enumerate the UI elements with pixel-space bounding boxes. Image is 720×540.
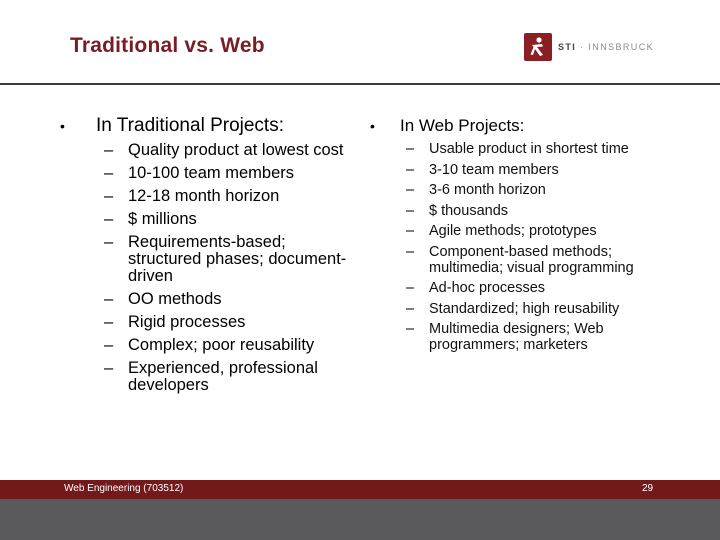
slide-title: Traditional vs. Web	[70, 34, 265, 57]
bullet-icon: •	[60, 118, 65, 134]
item-text: $ thousands	[429, 202, 509, 219]
dash-icon: –	[104, 233, 114, 251]
list-item: –10-100 team members	[104, 165, 360, 182]
item-text: 3-6 month horizon	[429, 182, 546, 198]
dash-icon: –	[104, 336, 114, 354]
list-item: – Experienced, professional developers	[104, 360, 360, 394]
item-text: Quality product at lowest cost	[128, 141, 344, 159]
logo-separator: ·	[576, 41, 589, 52]
heading-text: In Web Projects:	[400, 116, 525, 135]
footer-base	[0, 499, 720, 540]
web-projects-column: • In Web Projects: – Usable product in sh…	[370, 114, 670, 358]
sti-innsbruck-logo: STI · INNSBRUCK	[524, 32, 654, 61]
item-text: 3-10 team members	[429, 161, 559, 178]
item-text: Ad-hoc processes	[429, 280, 546, 296]
item-text: 10-100 team members	[128, 164, 294, 182]
list-item: – $ thousands	[406, 203, 670, 219]
dash-icon: –	[104, 187, 114, 205]
logo-brand: STI	[558, 41, 577, 52]
item-text: Complex; poor reusability	[128, 336, 315, 354]
web-list: – Usable product in shortest time –3-10 t…	[406, 141, 670, 353]
page-number: 29	[642, 483, 654, 494]
list-item: – Standardized; high reusability	[406, 301, 670, 317]
dash-icon: –	[104, 164, 114, 182]
item-text: Usable product in shortest time	[429, 141, 629, 157]
item-text: Requirements-based; structured phases; d…	[128, 233, 347, 285]
item-text: Agile methods; prototypes	[429, 223, 597, 239]
dash-icon: –	[104, 210, 114, 228]
item-text: 12-18 month horizon	[128, 187, 280, 205]
traditional-heading: • In Traditional Projects:	[60, 114, 360, 138]
dash-icon: –	[406, 300, 415, 317]
list-item: – Rigid processes	[104, 314, 360, 331]
item-text: Multimedia designers; Web programmers; m…	[429, 321, 604, 353]
list-item: – Usable product in shortest time	[406, 141, 670, 157]
list-item: – Ad-hoc processes	[406, 280, 670, 296]
dash-icon: –	[406, 243, 415, 260]
item-text: $ millions	[128, 210, 197, 228]
footer-course-label: Web Engineering (703512)	[64, 483, 184, 494]
list-item: – Multimedia designers; Web programmers; …	[406, 321, 670, 353]
item-text: OO methods	[128, 290, 222, 308]
dash-icon: –	[406, 182, 415, 198]
item-text: Component-based methods; multimedia; vis…	[429, 243, 634, 276]
web-heading: • In Web Projects:	[370, 114, 670, 138]
list-item: – OO methods	[104, 291, 360, 308]
dash-icon: –	[104, 290, 114, 308]
item-text: Standardized; high reusability	[429, 300, 620, 317]
item-text: Rigid processes	[128, 313, 246, 331]
logo-text: STI · INNSBRUCK	[558, 42, 654, 52]
dash-icon: –	[104, 359, 114, 377]
traditional-list: – Quality product at lowest cost –10-100 …	[104, 142, 360, 394]
dash-icon: –	[406, 202, 415, 219]
running-figure-icon	[524, 32, 552, 61]
dash-icon: –	[406, 321, 415, 337]
dash-icon: –	[104, 141, 114, 159]
dash-icon: –	[406, 280, 415, 296]
heading-text: In Traditional Projects:	[96, 115, 284, 136]
list-item: – Agile methods; prototypes	[406, 223, 670, 239]
list-item: – Quality product at lowest cost	[104, 142, 360, 159]
list-item: – Component-based methods; multimedia; vi…	[406, 244, 670, 276]
logo-location: INNSBRUCK	[588, 41, 655, 52]
list-item: – Complex; poor reusability	[104, 337, 360, 354]
list-item: –3-10 team members	[406, 162, 670, 178]
list-item: – $ millions	[104, 211, 360, 228]
dash-icon: –	[406, 161, 415, 178]
dash-icon: –	[406, 223, 415, 239]
list-item: –12-18 month horizon	[104, 188, 360, 205]
item-text: Experienced, professional developers	[128, 359, 318, 394]
dash-icon: –	[406, 141, 415, 157]
dash-icon: –	[104, 313, 114, 331]
traditional-projects-column: • In Traditional Projects: – Quality prod…	[60, 114, 360, 400]
list-item: –3-6 month horizon	[406, 182, 670, 198]
header-divider	[0, 83, 720, 85]
footer-bar: Web Engineering (703512) 29	[0, 480, 720, 499]
list-item: – Requirements-based; structured phases; …	[104, 234, 360, 285]
bullet-icon: •	[370, 118, 375, 134]
